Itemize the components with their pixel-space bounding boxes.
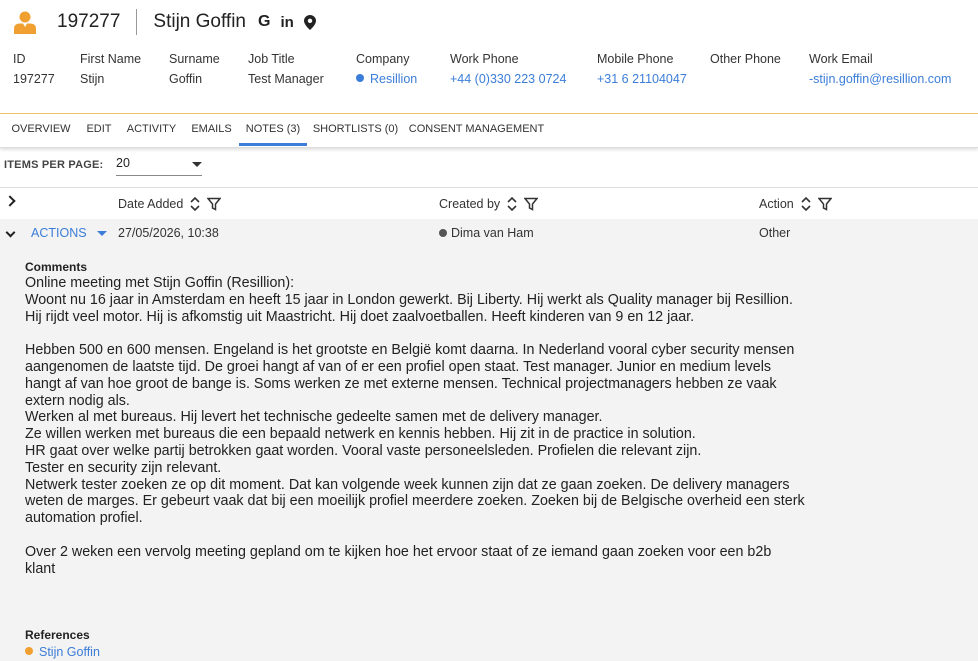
- field-label: Company: [356, 52, 410, 66]
- field-value: 197277: [13, 72, 55, 86]
- sort-icon[interactable]: [189, 196, 201, 212]
- column-action[interactable]: Action: [759, 196, 832, 212]
- field-label: Work Phone: [450, 52, 519, 66]
- filter-icon[interactable]: [207, 197, 222, 211]
- filter-icon[interactable]: [524, 197, 539, 211]
- tab-notes[interactable]: NOTES (3): [239, 115, 307, 146]
- collapse-row-icon[interactable]: [5, 227, 16, 238]
- references-heading: References: [25, 628, 90, 642]
- column-label: Date Added: [118, 197, 184, 211]
- field-first-name: First Name Stijn: [80, 52, 141, 86]
- work-email-link[interactable]: -stijn.goffin@resillion.com: [809, 72, 951, 86]
- sort-icon[interactable]: [506, 196, 518, 212]
- company-dot-icon: [356, 74, 364, 82]
- google-icon[interactable]: G: [258, 13, 270, 31]
- action-cell: Other: [759, 226, 791, 240]
- filter-icon[interactable]: [817, 197, 832, 211]
- field-surname: Surname Goffin: [169, 52, 220, 86]
- chevron-down-icon: [192, 162, 202, 167]
- field-value: Stijn: [80, 72, 105, 86]
- date-added-cell: 27/05/2026, 10:38: [118, 226, 219, 240]
- field-label: Surname: [169, 52, 220, 66]
- comments-text: Online meeting met Stijn Goffin (Resilli…: [25, 275, 805, 577]
- grid-header: Date Added Created by Action: [0, 187, 978, 219]
- field-mobile-phone: Mobile Phone +31 6 21104047: [597, 52, 687, 86]
- field-id: ID 197277: [13, 52, 55, 86]
- column-created-by[interactable]: Created by: [439, 196, 539, 212]
- tab-emails[interactable]: EMAILS: [187, 115, 236, 146]
- tab-edit[interactable]: EDIT: [82, 115, 116, 146]
- created-by-name: Dima van Ham: [451, 226, 534, 240]
- title-divider: [136, 9, 138, 35]
- column-label: Created by: [439, 197, 501, 211]
- column-date-added[interactable]: Date Added: [118, 196, 222, 212]
- actions-dropdown-icon[interactable]: [97, 231, 107, 236]
- company-link[interactable]: Resillion: [356, 72, 417, 86]
- items-per-page-value: 20: [116, 156, 130, 170]
- field-value: Goffin: [169, 72, 203, 86]
- tab-shortlists[interactable]: SHORTLISTS (0): [312, 115, 399, 146]
- record-id: 197277: [57, 11, 121, 32]
- field-work-phone: Work Phone +44 (0)330 223 0724: [450, 52, 566, 86]
- field-value: Test Manager: [248, 72, 324, 86]
- field-label: Mobile Phone: [597, 52, 674, 66]
- sort-icon[interactable]: [800, 196, 812, 212]
- field-label: First Name: [80, 52, 142, 66]
- column-label: Action: [759, 197, 794, 211]
- company-name[interactable]: Resillion: [370, 72, 417, 86]
- field-work-email: Work Email -stijn.goffin@resillion.com: [809, 52, 951, 86]
- field-other-phone: Other Phone: [710, 52, 781, 72]
- tabs-bar: OVERVIEW EDIT ACTIVITY EMAILS NOTES (3) …: [0, 115, 978, 148]
- actions-button[interactable]: ACTIONS: [31, 226, 87, 240]
- field-label: Other Phone: [710, 52, 781, 66]
- tab-activity[interactable]: ACTIVITY: [124, 115, 179, 146]
- social-links: G in: [258, 13, 316, 31]
- created-by-cell: Dima van Ham: [439, 226, 534, 240]
- items-per-page-label: ITEMS PER PAGE:: [4, 159, 104, 171]
- work-phone-link[interactable]: +44 (0)330 223 0724: [450, 72, 566, 86]
- user-dot-icon: [439, 229, 447, 237]
- tab-overview[interactable]: OVERVIEW: [8, 115, 74, 146]
- map-pin-icon[interactable]: [303, 14, 316, 30]
- field-label: Job Title: [248, 52, 295, 66]
- items-per-page-select[interactable]: 20: [116, 156, 202, 176]
- field-label: Work Email: [809, 52, 873, 66]
- title-row: 197277 Stijn Goffin G in: [12, 6, 316, 38]
- person-icon: [12, 9, 38, 35]
- reference-name[interactable]: Stijn Goffin: [39, 645, 100, 659]
- field-label: ID: [13, 52, 26, 66]
- table-row: ACTIONS 27/05/2026, 10:38 Dima van Ham O…: [0, 219, 978, 661]
- field-company: Company Resillion: [356, 52, 417, 86]
- tab-consent-management[interactable]: CONSENT MANAGEMENT: [407, 115, 546, 146]
- person-dot-icon: [25, 647, 33, 655]
- field-job-title: Job Title Test Manager: [248, 52, 324, 86]
- expand-all-icon[interactable]: [4, 195, 16, 207]
- record-name: Stijn Goffin: [153, 11, 246, 32]
- row-summary: ACTIONS 27/05/2026, 10:38 Dima van Ham O…: [0, 219, 978, 247]
- record-header: 197277 Stijn Goffin G in ID 197277 First…: [0, 0, 978, 114]
- reference-link[interactable]: Stijn Goffin: [25, 645, 100, 659]
- mobile-phone-link[interactable]: +31 6 21104047: [597, 72, 687, 86]
- comments-heading: Comments: [25, 260, 88, 274]
- linkedin-icon[interactable]: in: [280, 14, 293, 31]
